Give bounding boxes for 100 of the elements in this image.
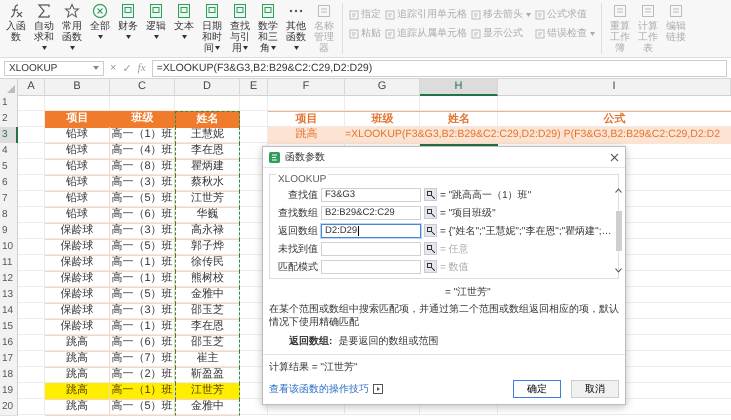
scroll-up-icon[interactable] xyxy=(615,188,622,193)
table-cell: 高一（8）班 xyxy=(110,159,175,176)
column-header[interactable]: C xyxy=(110,79,175,96)
book-icon xyxy=(260,3,276,19)
book-icon xyxy=(148,3,164,19)
argument-label: 返回数组 xyxy=(277,224,318,238)
row-header[interactable]: 1 xyxy=(0,95,18,112)
argument-input[interactable] xyxy=(321,242,421,256)
range-select-button[interactable] xyxy=(424,260,437,273)
row-header[interactable]: 20 xyxy=(0,399,18,416)
function-tips-link[interactable]: 查看该函数的操作技巧 xyxy=(269,382,369,396)
card-icon xyxy=(612,3,628,19)
scrollbar-thumb[interactable] xyxy=(616,210,622,250)
caret-icon xyxy=(590,32,595,36)
argument-result: = {"姓名";"王慧妮";"李在恩";"瞿炳建";… xyxy=(440,224,612,238)
row-header[interactable]: 11 xyxy=(0,255,18,272)
scrollbar[interactable] xyxy=(615,187,622,274)
range-select-button[interactable] xyxy=(424,242,437,255)
row-header[interactable]: 18 xyxy=(0,367,18,384)
table-cell: 铅球 xyxy=(45,207,110,224)
row-header[interactable]: 16 xyxy=(0,335,18,352)
row-header[interactable]: 8 xyxy=(0,207,18,224)
dialog-button[interactable]: 确定 xyxy=(513,380,561,398)
column-header[interactable]: I xyxy=(498,79,731,96)
table-cell: 跳高 xyxy=(45,351,110,368)
column-header[interactable]: B xyxy=(45,79,110,96)
toolbar-button[interactable]: 入函数 xyxy=(4,3,28,43)
range-select-button[interactable] xyxy=(424,224,437,237)
play-icon[interactable] xyxy=(373,384,383,394)
row-header[interactable]: 9 xyxy=(0,223,18,240)
more-icon xyxy=(288,9,304,13)
table-cell: 高一（1）班 xyxy=(110,319,175,336)
row-header[interactable]: 17 xyxy=(0,351,18,368)
toolbar-button[interactable]: 数学和三角 xyxy=(256,3,280,54)
argument-result: = "跳高高一（1）班" xyxy=(440,188,532,202)
column-header[interactable]: A xyxy=(18,79,45,96)
toolbar-button[interactable]: 其他函数 xyxy=(284,3,308,54)
formula-input[interactable]: =XLOOKUP(F3&G3,B2:B29&C2:C29,D2:D29) xyxy=(152,60,727,76)
table-cell: 高一（7）班 xyxy=(110,351,175,368)
table-cell: 徐传民 xyxy=(175,255,240,272)
table-cell: 华巍 xyxy=(175,207,240,224)
row-header[interactable]: 7 xyxy=(0,191,18,208)
caret-icon xyxy=(70,46,75,50)
column-header[interactable]: H xyxy=(420,79,498,96)
column-header[interactable]: F xyxy=(268,79,345,96)
argument-input[interactable]: B2:B29&C2:C29 xyxy=(321,206,421,220)
table-cell: 蔡秋水 xyxy=(175,175,240,192)
row-header[interactable]: 15 xyxy=(0,319,18,336)
row-header[interactable]: 4 xyxy=(0,143,18,160)
argument-help-label: 返回数组: xyxy=(289,334,332,348)
argument-input[interactable] xyxy=(321,260,421,274)
table-cell: 保龄球 xyxy=(45,239,110,256)
name-box[interactable]: XLOOKUP xyxy=(4,60,104,76)
range-icon xyxy=(426,244,434,252)
toolbar-button[interactable]: 日期和时间 xyxy=(200,3,224,54)
table-cell: 铅球 xyxy=(45,159,110,176)
range-select-button[interactable] xyxy=(424,188,437,201)
close-icon[interactable] xyxy=(610,152,619,162)
table-cell: 跳高 xyxy=(45,335,110,352)
table-cell: 江世芳 xyxy=(175,383,240,400)
toolbar-button[interactable]: 文本 xyxy=(172,3,196,43)
argument-label: 查找值 xyxy=(287,188,318,202)
caret-icon xyxy=(182,35,187,40)
table-cell: 高一（1）班 xyxy=(110,271,175,288)
argument-input[interactable]: D2:D29 xyxy=(321,224,421,238)
column-header[interactable]: E xyxy=(240,79,268,96)
table-cell: 高一（4）班 xyxy=(110,143,175,160)
row-header[interactable]: 14 xyxy=(0,303,18,320)
table-cell: 保龄球 xyxy=(45,303,110,320)
table-header-cell: 姓名 xyxy=(175,111,240,128)
toolbar-button[interactable]: 常用函数 xyxy=(60,3,84,54)
row-header[interactable]: 13 xyxy=(0,287,18,304)
row-header[interactable]: 12 xyxy=(0,271,18,288)
table-cell: 李在恩 xyxy=(175,143,240,160)
toolbar-button[interactable]: 逻辑 xyxy=(144,3,168,43)
row-header[interactable]: 3 xyxy=(0,127,18,144)
argument-input[interactable]: F3&G3 xyxy=(321,188,421,202)
toolbar-button[interactable]: 全部 xyxy=(88,3,112,43)
table-cell: 高一（6）班 xyxy=(110,207,175,224)
table-cell: 保龄球 xyxy=(45,319,110,336)
toolbar-button[interactable]: 财务 xyxy=(116,3,140,43)
caret-icon xyxy=(215,46,220,50)
row-header[interactable]: 5 xyxy=(0,159,18,176)
column-header[interactable]: D xyxy=(175,79,240,96)
table-cell: 瞿炳建 xyxy=(175,159,240,176)
row-header[interactable]: 6 xyxy=(0,175,18,192)
book-icon xyxy=(176,3,192,19)
toolbar-button[interactable]: 查找与引用 xyxy=(228,3,252,54)
toolbar-button[interactable]: 自动求和 xyxy=(32,3,56,54)
table-cell: 铅球 xyxy=(45,191,110,208)
table-cell: 铅球 xyxy=(45,127,110,144)
scroll-down-icon[interactable] xyxy=(615,268,622,273)
row-header[interactable]: 19 xyxy=(0,383,18,400)
range-select-button[interactable] xyxy=(424,206,437,219)
row-header[interactable]: 2 xyxy=(0,111,18,128)
table-cell: 跳高 xyxy=(45,383,110,400)
dialog-button[interactable]: 取消 xyxy=(571,380,619,398)
book-icon xyxy=(120,3,136,19)
function-icon xyxy=(8,3,24,19)
row-header[interactable]: 10 xyxy=(0,239,18,256)
